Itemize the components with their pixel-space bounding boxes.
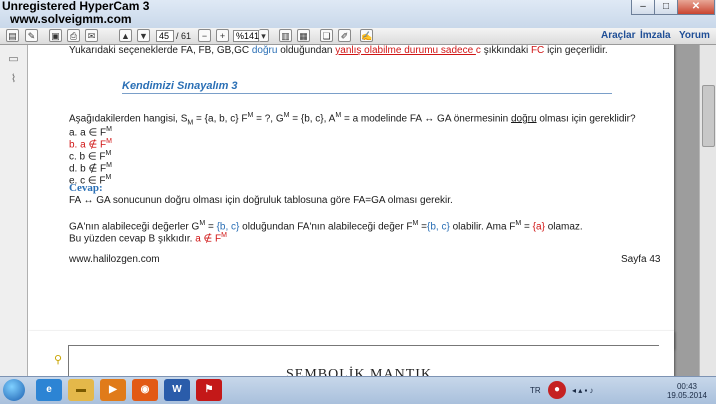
maximize-button[interactable]: □ xyxy=(654,0,678,15)
zoom-dropdown-icon[interactable]: ▾ xyxy=(259,29,269,42)
text-segment: şıkkındaki xyxy=(480,45,531,56)
arrow-down-icon[interactable]: ▼ xyxy=(137,29,150,42)
text-segment: = {b, c}, A xyxy=(289,113,336,125)
comment-link[interactable]: Yorum xyxy=(679,29,710,43)
text-segment-blue: {b, c} xyxy=(427,221,450,233)
text-segment-red: FC xyxy=(530,45,545,56)
answer-label: Cevap: xyxy=(69,182,103,194)
superscript: M xyxy=(106,138,112,145)
tray-icons: ◂ ▴ ▪ ♪ xyxy=(572,386,594,395)
highlight-icon[interactable]: ✐ xyxy=(338,29,351,42)
sign-link[interactable]: İmzala xyxy=(640,29,671,43)
superscript: M xyxy=(221,232,227,239)
open-folder-icon[interactable]: ▤ xyxy=(6,29,19,42)
create-pdf-icon[interactable]: ✎ xyxy=(25,29,38,42)
firefox-icon[interactable]: ◉ xyxy=(132,379,158,401)
close-button[interactable]: ✕ xyxy=(677,0,715,15)
text-segment-red: yanlış olabilme durumu sadece xyxy=(335,45,476,56)
recording-icon[interactable]: ● xyxy=(548,381,566,399)
next-page-title: SEMBOLİK MANTIK xyxy=(286,367,433,376)
intro-line: Yukarıdaki seçeneklerde FA, FB, GB,GC do… xyxy=(69,45,608,57)
email-icon[interactable]: ✉ xyxy=(85,29,98,42)
scrollbar-thumb[interactable] xyxy=(702,85,715,147)
text-segment: = xyxy=(418,221,428,233)
superscript: M xyxy=(105,174,112,181)
superscript: M xyxy=(105,150,112,157)
superscript: M xyxy=(106,162,112,169)
text-segment: = a modelinde FA ↔ GA önermesinin xyxy=(341,113,511,125)
zoom-out-icon[interactable]: − xyxy=(198,29,211,42)
language-indicator[interactable]: TR xyxy=(530,386,541,395)
word-icon[interactable]: W xyxy=(164,379,190,401)
pdf-toolbar: ▤ ✎ ▣ ⎙ ✉ ▲ ▼ 45 / 61 − + %141 ▾ ▥ ▦ ❏ ✐… xyxy=(0,28,716,45)
internet-explorer-icon[interactable]: e xyxy=(36,379,62,401)
footer-page-number: Sayfa 43 xyxy=(621,254,661,265)
arrow-up-icon[interactable]: ▲ xyxy=(119,29,132,42)
page-thumbnails-icon[interactable]: ▭ xyxy=(7,53,20,66)
fill-sign-icon[interactable]: ✍ xyxy=(360,29,373,42)
text-segment: olabilir. Ama F xyxy=(449,221,516,233)
text-segment: Aşağıdakilerden hangisi, S xyxy=(69,113,188,125)
superscript: M xyxy=(106,126,112,133)
page-number-input[interactable]: 45 xyxy=(156,30,174,42)
file-explorer-icon[interactable]: ▬ xyxy=(68,379,94,401)
section-heading: Kendimizi Sınayalım 3 xyxy=(122,80,238,92)
text-segment: Bu yüzden cevap B şıkkıdır. xyxy=(69,233,196,245)
pdf-page: Yukarıdaki seçeneklerde FA, FB, GB,GC do… xyxy=(28,45,674,349)
text-segment: = xyxy=(521,221,533,233)
acrobat-icon[interactable]: ⚑ xyxy=(196,379,222,401)
answer-line-1: FA ↔ GA sonucunun doğru olması için doğr… xyxy=(69,195,453,206)
clock[interactable]: 00:43 19.05.2014 xyxy=(664,382,710,400)
watermark-line-2: www.solveigmm.com xyxy=(10,12,132,26)
text-segment: Yukarıdaki seçeneklerde FA, FB, GB,GC xyxy=(69,45,252,56)
zoom-select[interactable]: %141 xyxy=(233,30,259,42)
media-player-icon[interactable]: ▶ xyxy=(100,379,126,401)
text-segment: için geçerlidir. xyxy=(544,45,608,56)
footer-website: www.halilozgen.com xyxy=(69,254,160,265)
text-segment-underlined: doğru xyxy=(511,113,537,125)
attachments-icon[interactable]: ⌇ xyxy=(7,73,20,86)
answer-line-3: Bu yüzden cevap B şıkkıdır. a ∉ FM xyxy=(69,230,227,245)
fit-width-icon[interactable]: ▦ xyxy=(297,29,310,42)
start-button[interactable] xyxy=(3,379,25,401)
page-total: / 61 xyxy=(176,31,192,41)
windows-taskbar: e ▬ ▶ ◉ W ⚑ TR ● ◂ ▴ ▪ ♪ 00:43 19.05.201… xyxy=(0,376,716,404)
zoom-in-icon[interactable]: + xyxy=(216,29,229,42)
comment-icon[interactable]: ❏ xyxy=(320,29,333,42)
clock-time: 00:43 xyxy=(676,382,698,391)
tools-link[interactable]: Araçlar xyxy=(601,29,635,43)
vertical-scrollbar[interactable] xyxy=(699,45,716,376)
save-icon[interactable]: ▣ xyxy=(49,29,62,42)
text-segment: = {a, b, c} F xyxy=(193,113,248,125)
title-bar: Unregistered HyperCam 3 www.solveigmm.co… xyxy=(0,0,716,28)
fit-page-icon[interactable]: ▥ xyxy=(279,29,292,42)
next-pdf-page: ⚲ SEMBOLİK MANTIK xyxy=(28,331,674,376)
text-segment: olamaz. xyxy=(544,221,583,233)
hypercam-watermark: Unregistered HyperCam 3 www.solveigmm.co… xyxy=(2,0,149,26)
text-segment-red: {a} xyxy=(532,221,545,233)
text-segment: olması için gereklidir? xyxy=(536,113,636,125)
heading-underline xyxy=(122,93,612,94)
text-segment: = ?, G xyxy=(253,113,284,125)
minimize-button[interactable]: – xyxy=(631,0,655,15)
print-icon[interactable]: ⎙ xyxy=(67,29,80,42)
cursor-marker-icon: ⚲ xyxy=(54,354,63,366)
text-segment-blue: doğru xyxy=(251,45,278,56)
navigation-pane: ▭ ⌇ xyxy=(0,45,28,376)
text-segment: olduğundan FA'nın alabileceği değer F xyxy=(239,221,413,233)
clock-date: 19.05.2014 xyxy=(666,391,708,400)
document-area[interactable]: Yukarıdaki seçeneklerde FA, FB, GB,GC do… xyxy=(28,45,716,376)
text-segment: olduğundan xyxy=(277,45,336,56)
text-segment-red: a ∉ F xyxy=(195,233,222,245)
question-text: Aşağıdakilerden hangisi, SM = {a, b, c} … xyxy=(69,110,636,129)
